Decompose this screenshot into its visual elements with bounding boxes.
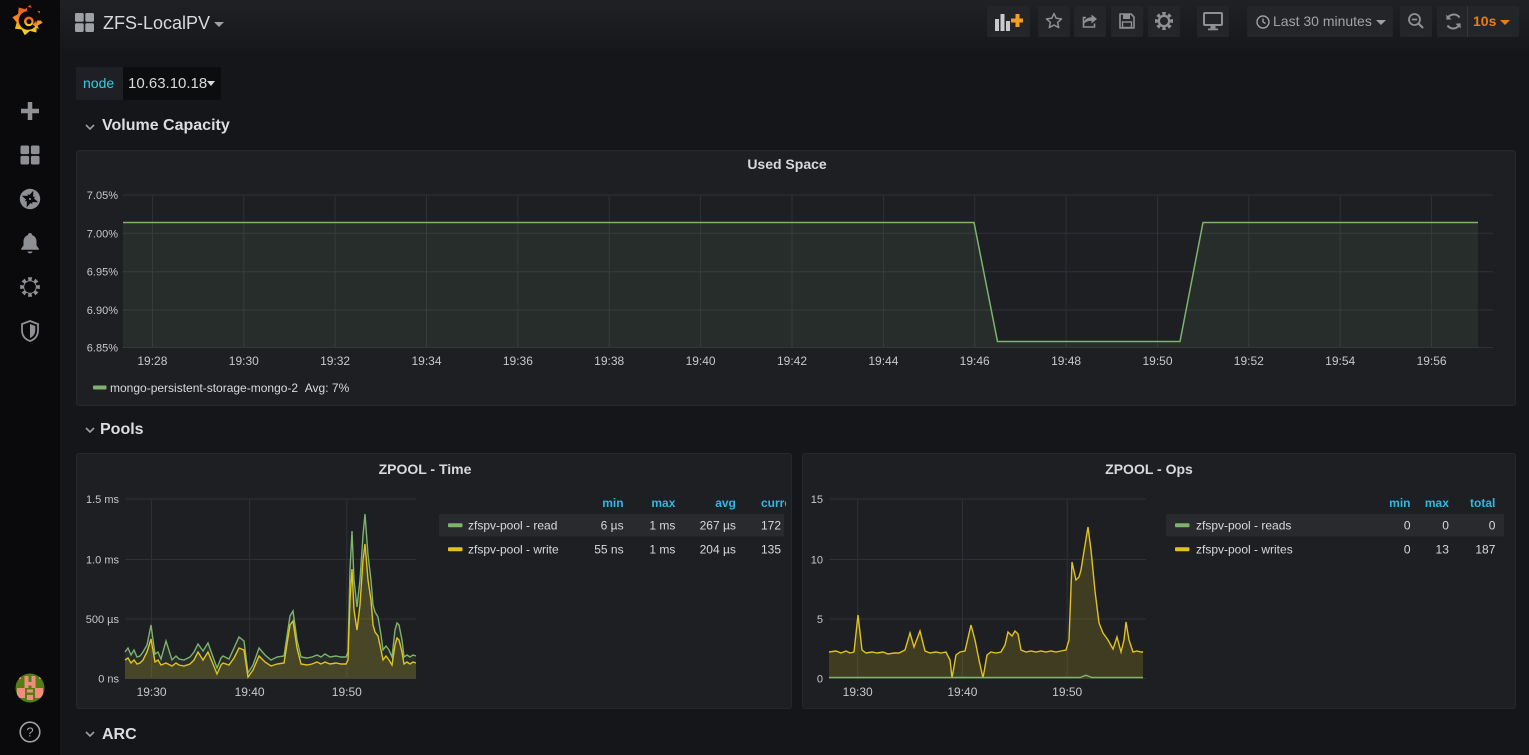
- svg-text:19:44: 19:44: [868, 354, 898, 368]
- svg-text:19:50: 19:50: [332, 685, 362, 699]
- svg-text:19:50: 19:50: [1052, 685, 1082, 699]
- svg-text:1.5 ms: 1.5 ms: [86, 494, 120, 506]
- svg-text:zfspv-pool - read: zfspv-pool - read: [468, 519, 557, 533]
- svg-text:current: current: [761, 496, 786, 510]
- svg-text:1 ms: 1 ms: [649, 543, 675, 557]
- svg-text:mongo-persistent-storage-mongo: mongo-persistent-storage-mongo-2 Avg: 7%: [110, 381, 350, 395]
- svg-text:19:32: 19:32: [320, 354, 350, 368]
- svg-text:19:40: 19:40: [235, 685, 265, 699]
- svg-text:19:36: 19:36: [503, 354, 533, 368]
- svg-text:19:30: 19:30: [843, 685, 873, 699]
- svg-text:19:54: 19:54: [1325, 354, 1355, 368]
- svg-text:zfspv-pool - write: zfspv-pool - write: [468, 543, 559, 557]
- svg-text:19:42: 19:42: [777, 354, 807, 368]
- svg-text:ZPOOL - Time: ZPOOL - Time: [379, 461, 472, 477]
- svg-text:0: 0: [1404, 543, 1411, 557]
- svg-text:0: 0: [1404, 519, 1411, 533]
- svg-text:55 ns: 55 ns: [594, 543, 623, 557]
- svg-text:172: 172: [761, 519, 781, 533]
- svg-text:?: ?: [26, 725, 33, 740]
- svg-text:Used Space: Used Space: [747, 156, 827, 172]
- svg-text:7.05%: 7.05%: [87, 190, 118, 202]
- svg-text:0 ns: 0 ns: [98, 674, 119, 686]
- svg-text:ZPOOL - Ops: ZPOOL - Ops: [1105, 461, 1193, 477]
- svg-text:19:40: 19:40: [686, 354, 716, 368]
- svg-text:1 ms: 1 ms: [649, 519, 675, 533]
- svg-text:19:28: 19:28: [137, 354, 167, 368]
- svg-text:19:30: 19:30: [137, 685, 167, 699]
- svg-text:6.85%: 6.85%: [87, 343, 118, 355]
- svg-text:5: 5: [817, 614, 823, 626]
- svg-text:total: total: [1470, 496, 1495, 510]
- svg-text:204 µs: 204 µs: [700, 543, 736, 557]
- svg-text:19:40: 19:40: [947, 685, 977, 699]
- svg-text:500 µs: 500 µs: [86, 614, 120, 626]
- svg-text:6 µs: 6 µs: [601, 519, 624, 533]
- svg-text:max: max: [1425, 496, 1449, 510]
- svg-text:10: 10: [811, 555, 823, 567]
- svg-text:min: min: [1389, 496, 1410, 510]
- svg-text:zfspv-pool - reads: zfspv-pool - reads: [1196, 519, 1291, 533]
- svg-text:0: 0: [1489, 519, 1496, 533]
- svg-text:avg: avg: [715, 496, 736, 510]
- svg-text:6.95%: 6.95%: [87, 267, 118, 279]
- svg-text:267 µs: 267 µs: [700, 519, 736, 533]
- svg-text:19:46: 19:46: [960, 354, 990, 368]
- svg-text:135: 135: [761, 543, 781, 557]
- svg-text:19:30: 19:30: [229, 354, 259, 368]
- svg-text:19:34: 19:34: [411, 354, 441, 368]
- svg-text:19:48: 19:48: [1051, 354, 1081, 368]
- svg-text:1.0 ms: 1.0 ms: [86, 555, 120, 567]
- svg-text:7.00%: 7.00%: [87, 228, 118, 240]
- svg-text:19:50: 19:50: [1142, 354, 1172, 368]
- svg-text:19:52: 19:52: [1234, 354, 1264, 368]
- svg-text:187: 187: [1475, 543, 1495, 557]
- svg-text:0: 0: [817, 674, 823, 686]
- svg-text:min: min: [602, 496, 623, 510]
- svg-text:6.90%: 6.90%: [87, 305, 118, 317]
- svg-text:zfspv-pool - writes: zfspv-pool - writes: [1196, 543, 1293, 557]
- svg-text:0: 0: [1442, 519, 1449, 533]
- svg-text:13: 13: [1436, 543, 1450, 557]
- svg-text:19:56: 19:56: [1417, 354, 1447, 368]
- svg-text:15: 15: [811, 494, 823, 506]
- svg-text:max: max: [651, 496, 675, 510]
- svg-text:19:38: 19:38: [594, 354, 624, 368]
